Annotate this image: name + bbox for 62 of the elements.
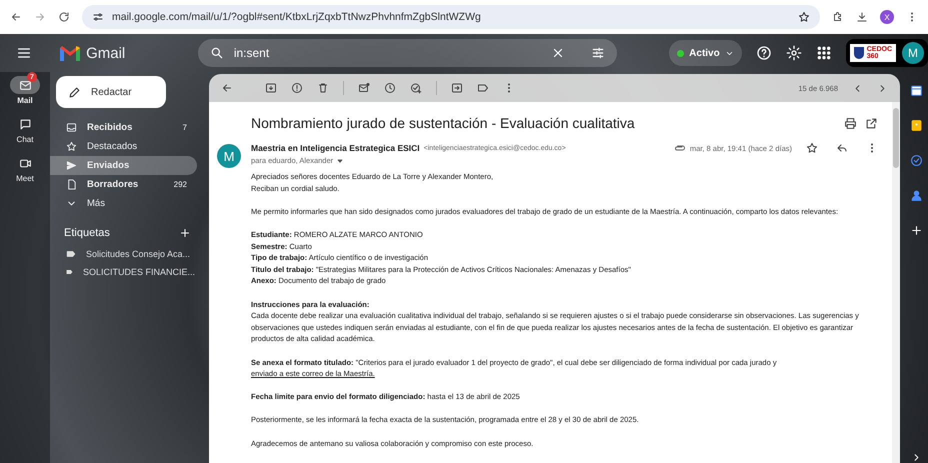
star-icon [66, 141, 77, 152]
label-item[interactable]: Solicitudes Consejo Aca... [50, 245, 205, 263]
sender-name: Maestria en Inteligencia Estrategica ESICI [251, 143, 420, 153]
chat-icon [18, 118, 32, 130]
label-icon[interactable] [477, 82, 489, 94]
open-in-new-window-icon[interactable] [865, 116, 878, 130]
rail-item[interactable]: Chat [10, 115, 40, 144]
add-task-icon[interactable] [410, 82, 422, 94]
plus-icon[interactable] [179, 227, 191, 239]
note-icon[interactable] [910, 119, 922, 132]
mail-unread-icon[interactable] [358, 82, 370, 94]
reload-icon[interactable] [58, 11, 70, 23]
calendar-icon[interactable] [910, 84, 922, 97]
trash-icon[interactable] [317, 82, 329, 94]
status-button[interactable]: Activo [669, 40, 742, 66]
print-icon[interactable] [844, 116, 857, 130]
mail-icon [18, 78, 32, 92]
rail-item[interactable]: Meet [10, 154, 40, 183]
download-icon[interactable] [856, 11, 868, 23]
reply-icon[interactable] [836, 142, 848, 154]
extensions-icon[interactable] [832, 11, 844, 23]
app-name: Gmail [86, 44, 126, 62]
move-to-icon[interactable] [451, 82, 463, 94]
sender-avatar: M [217, 144, 241, 168]
section-title: Etiquetas [64, 227, 110, 239]
folder-item[interactable]: Destacados [50, 137, 197, 156]
filter-sliders-icon[interactable] [591, 46, 606, 60]
back-arrow-icon[interactable] [221, 82, 233, 94]
inbox-icon [66, 122, 77, 133]
help-icon[interactable] [756, 45, 772, 61]
label-item[interactable]: SOLICITUDES FINANCIE... [50, 263, 205, 281]
search-bar[interactable]: in:sent [198, 39, 618, 67]
email-subject: Nombramiento jurado de sustentación - Evaluación cualitativa [251, 115, 636, 131]
plus-icon[interactable] [910, 224, 922, 237]
search-icon[interactable] [210, 46, 224, 60]
folder-item[interactable]: Más [50, 194, 197, 213]
back-arrow-icon[interactable] [10, 11, 22, 23]
profile-avatar[interactable]: X [880, 10, 894, 24]
check-circle-icon[interactable] [910, 154, 922, 167]
folder-item[interactable]: Enviados [50, 156, 197, 175]
person-icon[interactable] [910, 189, 922, 202]
video-camera-icon [18, 156, 32, 170]
apps-grid-icon[interactable] [816, 45, 832, 61]
star-icon[interactable] [806, 142, 818, 154]
settings-icon[interactable] [786, 45, 802, 61]
scrollbar[interactable] [892, 102, 900, 463]
report-spam-icon[interactable] [291, 82, 303, 94]
envelope-logo-icon [60, 46, 80, 60]
archive-icon[interactable] [265, 82, 277, 94]
folder-item[interactable]: Borradores 292 [50, 175, 197, 194]
account-avatar[interactable]: M [902, 42, 924, 64]
star-icon[interactable] [798, 11, 810, 23]
address-bar[interactable]: mail.google.com/mail/u/1/?ogbl#sent/KtbxLrjZqxbTtNwzPhvhnfmZgbSlntWZWg [82, 5, 820, 29]
compose-button[interactable]: Redactar [56, 76, 166, 108]
pencil-icon [68, 86, 81, 98]
site-settings-icon[interactable] [92, 11, 104, 23]
document-icon [66, 179, 77, 190]
folder-item[interactable]: Recibidos 7 [50, 118, 197, 137]
clock-icon[interactable] [384, 82, 396, 94]
caret-down-icon[interactable] [336, 156, 344, 164]
search-field[interactable]: in:sent [232, 45, 544, 61]
send-icon [66, 160, 77, 171]
